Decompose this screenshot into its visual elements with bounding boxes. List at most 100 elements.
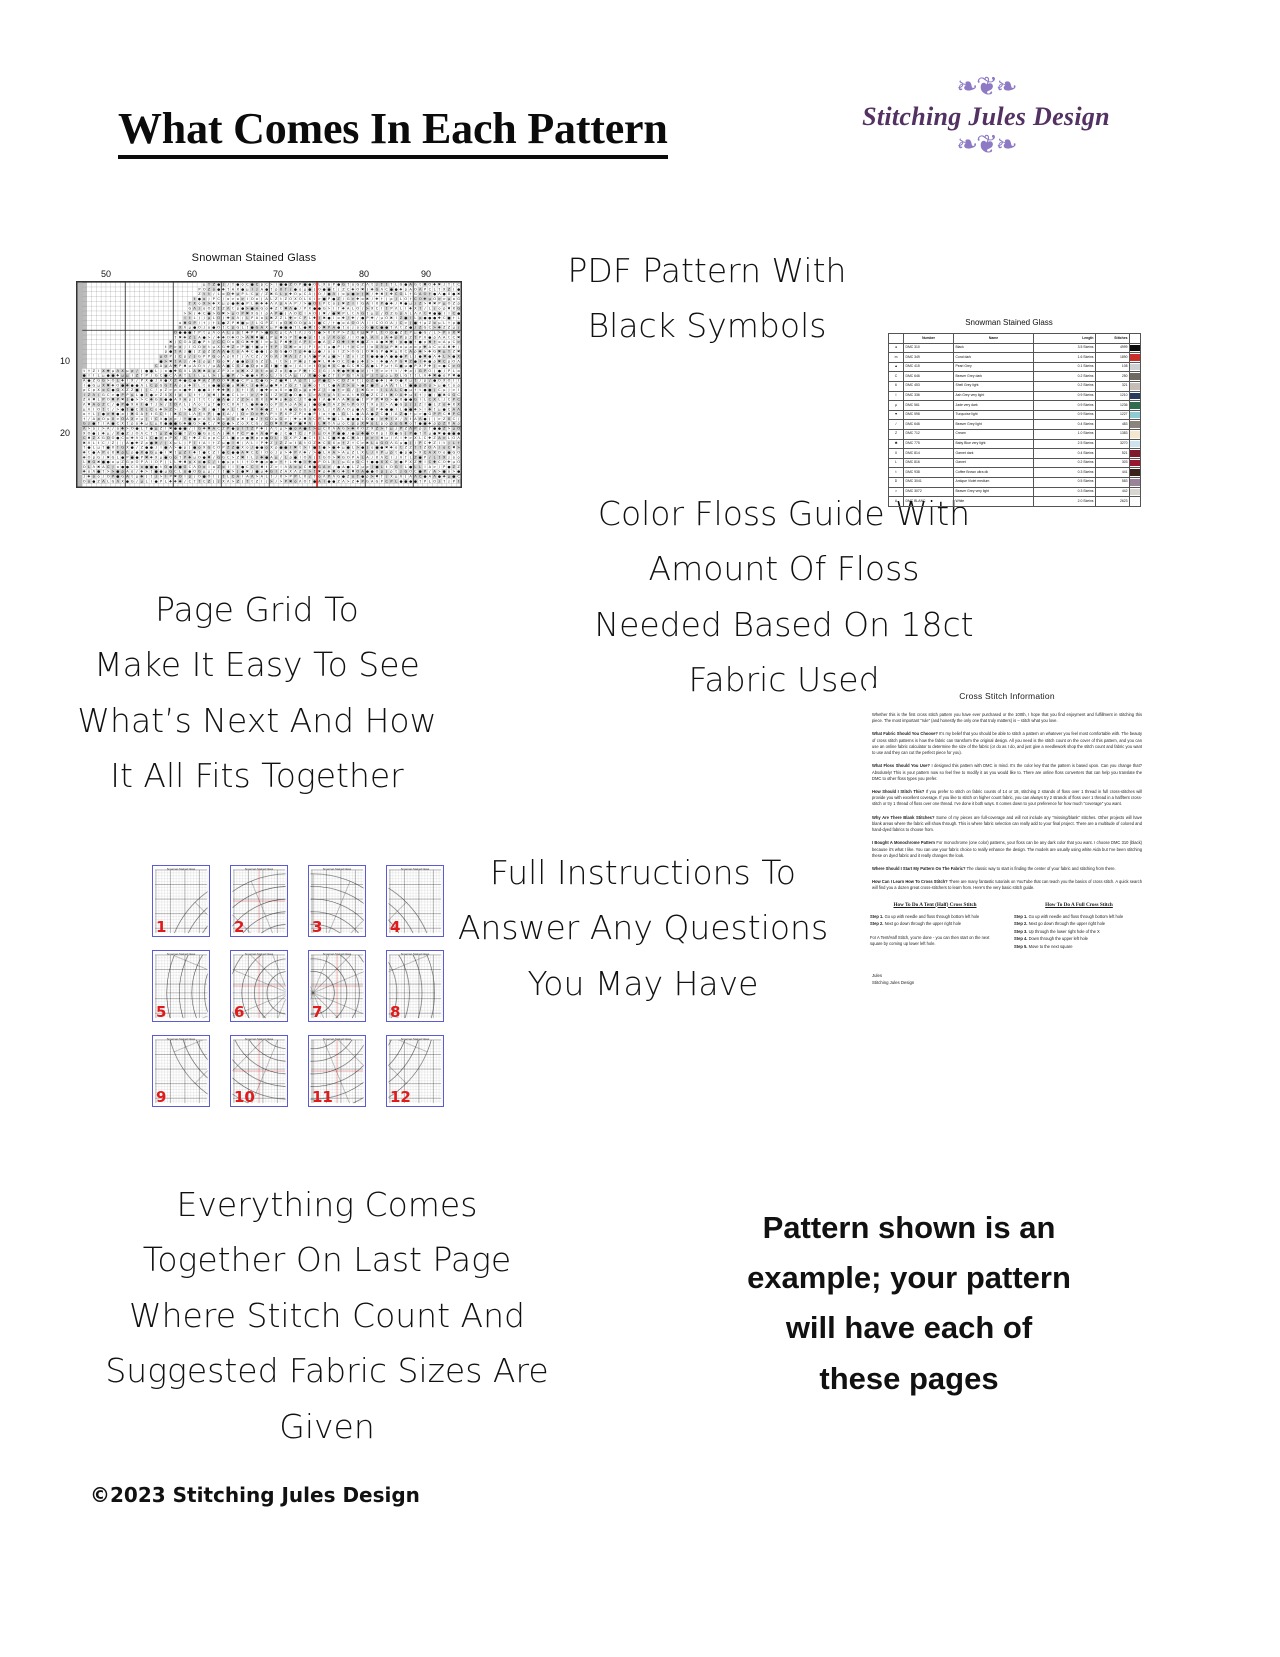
floss-cell-number: DMC 598 [903, 409, 954, 421]
page-grid-number: 3 [312, 918, 323, 936]
floss-cell-symbol: 6 [888, 380, 904, 392]
instructions-stitch-column: How To Do A Full Cross Stitch Step 1. Go … [1014, 902, 1144, 952]
floss-cell-number: DMC 349 [903, 352, 954, 363]
floss-cell-number: DMC 3072 [903, 486, 954, 498]
caption-everything-comes: Everything Comes Together On Last Page W… [105, 1185, 549, 1446]
chart-col-label: 60 [186, 269, 198, 279]
floss-cell-swatch [1129, 361, 1141, 373]
floss-cell-symbol: D [888, 476, 904, 488]
floss-cell-number: DMC 310 [903, 342, 954, 354]
floss-table-row: A DMC BLANC White 2.0 Skeins 2623 [888, 496, 1141, 507]
floss-cell-name: Jade very dark [953, 400, 1034, 411]
floss-cell-name: Beaver Grey dark [953, 371, 1034, 382]
chart-grid-body: 10 20 [60, 281, 464, 488]
page-grid-thumbnail[interactable]: Snowman Stained Glass 12 [386, 1035, 444, 1107]
instructions-stitch-column: How To Do A Tent (Half) Cross Stitch Step… [870, 902, 1000, 952]
instructions-paragraph: What Fabric Should You Choose? It’s my b… [872, 731, 1142, 756]
floss-table-row: C DMC 646 Beaver Grey dark 0.2 Skeins 250 [888, 371, 1141, 382]
instructions-preview: Cross Stitch Information Whether this is… [866, 688, 1148, 1108]
floss-guide-title: Snowman Stained Glass [965, 318, 1053, 327]
page-grid-number: 6 [234, 1003, 245, 1021]
floss-cell-swatch [1129, 352, 1141, 363]
floss-color-swatch [1130, 498, 1140, 505]
floss-cell-swatch [1129, 457, 1141, 469]
instructions-note: For A Tent/Half Stitch, you’re done - yo… [870, 934, 990, 947]
page-grid-number: 10 [234, 1088, 255, 1106]
floss-cell-name: Baby Blue very light [953, 438, 1034, 450]
page-grid-number: 9 [156, 1088, 167, 1106]
floss-cell-number: DMC BLANC [903, 496, 954, 507]
floss-cell-symbol: ● [888, 342, 904, 354]
floss-table-row: ▲ DMC 415 Pearl Grey 0.1 Skeins 108 [888, 361, 1141, 373]
page-grid-thumbnail[interactable]: Snowman Stained Glass 3 [308, 865, 366, 937]
floss-cell-stitches: 483 [1095, 419, 1130, 430]
page-grid-thumbnail[interactable]: Snowman Stained Glass 8 [386, 950, 444, 1022]
instructions-step: Step 1. Go up with needle and floss thro… [870, 913, 980, 919]
floss-th-stitches: Stitches [1095, 333, 1130, 344]
floss-cell-stitches: 521 [1095, 448, 1130, 459]
floss-cell-swatch [1129, 390, 1141, 402]
floss-cell-length: 0.9 Skeins [1033, 409, 1096, 421]
page-grid-thumbnail-title: Snowman Stained Glass [400, 868, 430, 871]
floss-cell-swatch [1129, 380, 1141, 392]
page-grid-thumbnail[interactable]: Snowman Stained Glass 9 [152, 1035, 210, 1107]
floss-cell-length: 0.9 Skeins [1033, 400, 1096, 411]
page-grid-thumbnail[interactable]: Snowman Stained Glass 10 [230, 1035, 288, 1107]
page-grid-thumbnail[interactable]: Snowman Stained Glass 2 [230, 865, 288, 937]
chart-col-label: 80 [358, 269, 370, 279]
instructions-step: Step 2. Next go down through the upper r… [1014, 921, 1106, 927]
page-grid-thumbnail[interactable]: Snowman Stained Glass 6 [230, 950, 288, 1022]
floss-cell-length: 0.9 Skeins [1033, 390, 1096, 402]
floss-cell-symbol: µ [888, 400, 904, 411]
instructions-paragraph-heading: Where Should I Start My Pattern On The F… [872, 865, 967, 871]
page-grid-number: 2 [234, 918, 245, 936]
chart-preview-title: Snowman Stained Glass [191, 252, 317, 264]
chart-row-label: 20 [59, 428, 70, 438]
floss-color-swatch [1130, 469, 1140, 476]
floss-cell-name: Pearl Grey [953, 361, 1034, 373]
page-grid-thumbnail[interactable]: Snowman Stained Glass 1 [152, 865, 210, 937]
page-grid-number: 7 [312, 1003, 323, 1021]
page-grid-thumbnail[interactable]: Snowman Stained Glass 7 [308, 950, 366, 1022]
floss-color-swatch [1130, 450, 1140, 457]
page-grid-thumbnail-title: Snowman Stained Glass [166, 953, 196, 956]
floss-cell-stitches: 1383 [1095, 428, 1130, 440]
page-grid-thumbnail-title: Snowman Stained Glass [322, 868, 352, 871]
floss-cell-stitches: 442 [1095, 486, 1130, 498]
page-grid-thumbnail[interactable]: Snowman Stained Glass 4 [386, 865, 444, 937]
floss-color-swatch [1130, 478, 1140, 486]
floss-cell-symbol: t [888, 467, 904, 478]
page-grid-thumbnail[interactable]: Snowman Stained Glass 5 [152, 950, 210, 1022]
floss-cell-symbol: A [888, 496, 904, 507]
floss-cell-length: 2.5 Skeins [1033, 438, 1096, 450]
floss-cell-swatch [1129, 438, 1141, 450]
chart-col-label: 50 [100, 269, 112, 279]
caption-pdf-pattern: PDF Pattern With Black Symbols [567, 251, 847, 346]
floss-cell-stitches: 250 [1095, 371, 1130, 382]
instructions-paragraph: What Floss Should You Use? I designed th… [872, 763, 1142, 781]
floss-cell-swatch [1129, 448, 1141, 459]
instructions-stitch-heading: How To Do A Full Cross Stitch [1045, 901, 1113, 908]
floss-cell-stitches: 1210 [1095, 390, 1130, 402]
floss-th-name: Name [953, 333, 1034, 344]
floss-guide-preview: Snowman Stained Glass Number Name Length… [888, 318, 1141, 507]
floss-table-row: ✱ DMC 775 Baby Blue very light 2.5 Skeins 32… [888, 438, 1141, 450]
instructions-paragraph: Where Should I Start My Pattern On The F… [872, 865, 1116, 871]
floss-cell-number: DMC 775 [903, 438, 954, 450]
floss-cell-name: Ash Grey very light [953, 390, 1034, 402]
page-grid-thumbnail-title: Snowman Stained Glass [244, 868, 274, 871]
floss-table-row: D DMC 3041 Antique Violet medium 0.5 Skeins… [888, 476, 1141, 488]
floss-cell-symbol: ✱ [888, 438, 904, 450]
floss-cell-length: 0.2 Skeins [1033, 457, 1096, 469]
caption-color-floss: Color Floss Guide With Amount Of Floss N… [594, 494, 974, 700]
page-grid-thumbnail[interactable]: Snowman Stained Glass 11 [308, 1035, 366, 1107]
floss-cell-length: 1.6 Skeins [1033, 352, 1096, 363]
instructions-paragraph: How Can I Learn How To Cross Stitch? The… [872, 879, 1143, 891]
floss-cell-name: Beaver Grey light [953, 419, 1034, 430]
floss-cell-swatch [1129, 371, 1141, 382]
floss-table-row: I DMC 336 Ash Grey very light 0.9 Skeins 121… [888, 390, 1141, 402]
floss-color-swatch [1130, 402, 1140, 409]
page-grid-thumbnail-title: Snowman Stained Glass [244, 953, 274, 956]
floss-cell-number: DMC 336 [903, 390, 954, 402]
page-grid-number: 8 [390, 1003, 401, 1021]
